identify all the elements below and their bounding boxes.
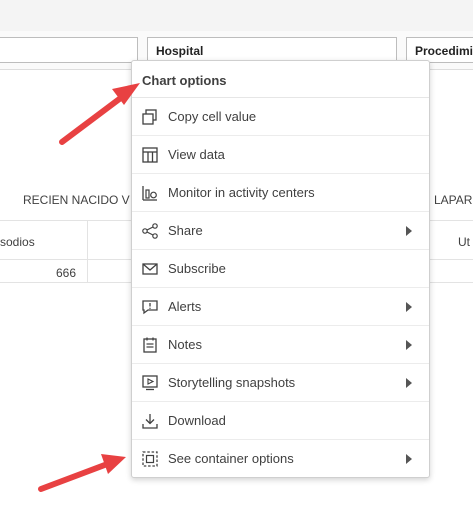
annotation-arrow-top xyxy=(59,83,140,145)
annotation-arrow-bottom xyxy=(38,454,126,492)
annotation-arrows xyxy=(38,83,140,492)
